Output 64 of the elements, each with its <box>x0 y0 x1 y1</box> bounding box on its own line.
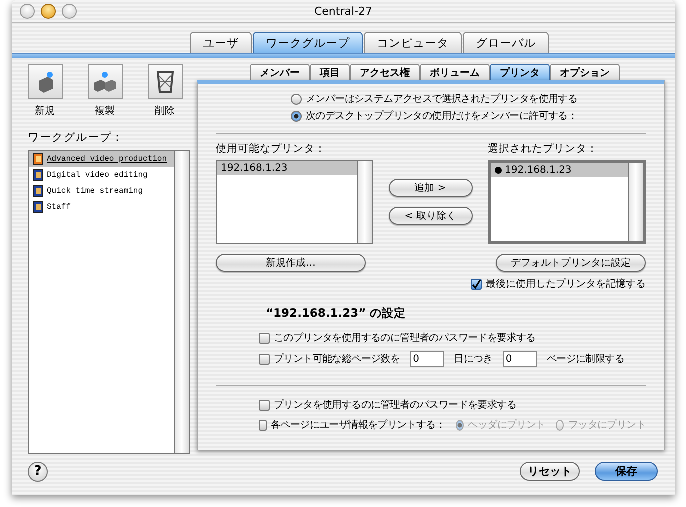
folder-icon <box>33 201 43 213</box>
tab[interactable]: コンピュータ <box>364 32 462 53</box>
scrollbar[interactable] <box>357 161 372 243</box>
radio-label: メンバーはシステムアクセスで選択されたプリンタを使用する <box>306 92 578 106</box>
checkbox[interactable] <box>259 400 270 410</box>
checkbox-label: 各ページにユーザ情報をプリントする： <box>270 418 446 432</box>
help-button[interactable]: ? <box>28 462 48 482</box>
list-item[interactable]: 192.168.1.23 <box>491 163 628 177</box>
list-item[interactable]: Advanced video production <box>29 151 174 167</box>
new-button[interactable]: 新規作成... <box>216 254 366 272</box>
cube-icon <box>88 64 122 99</box>
zoom-button[interactable] <box>62 4 77 19</box>
toolbar-button[interactable]: 削除 <box>148 64 182 118</box>
tab[interactable]: ボリューム <box>420 64 490 80</box>
reset-button[interactable]: リセット <box>520 462 580 481</box>
list-item[interactable]: Staff <box>29 199 174 215</box>
checkbox-label: プリント可能な総ページ数を <box>274 352 400 366</box>
checkbox-label: 最後に使用したプリンタを記憶する <box>486 278 646 291</box>
list-item[interactable]: Digital video editing <box>29 167 174 183</box>
set-default-button[interactable]: デフォルトプリンタに設定 <box>496 254 646 272</box>
folder-icon <box>33 185 43 197</box>
add-button[interactable]: 追加 > <box>388 179 472 197</box>
radio-button[interactable] <box>291 110 302 122</box>
tab[interactable]: オプション <box>550 64 620 80</box>
window-title: Central-27 <box>314 4 373 18</box>
save-button[interactable]: 保存 <box>595 462 658 481</box>
checkbox[interactable] <box>471 278 482 290</box>
tab[interactable]: メンバー <box>250 64 310 80</box>
list-item[interactable]: 192.168.1.23 <box>217 161 357 175</box>
tab[interactable]: 項目 <box>310 64 350 80</box>
radio-label: 次のデスクトッププリンタの使用だけをメンバーに許可する： <box>306 110 578 123</box>
cube-icon <box>28 64 62 99</box>
tab[interactable]: グローバル <box>463 32 549 53</box>
checkbox[interactable] <box>259 420 267 430</box>
toolbar-button[interactable]: 新規 <box>28 64 62 118</box>
trash-icon <box>148 64 182 99</box>
list-label: 選択されたプリンタ： <box>488 142 599 156</box>
list-label: 使用可能なプリンタ： <box>216 142 327 156</box>
checkbox[interactable] <box>259 332 270 344</box>
tab[interactable]: アクセス権 <box>350 64 420 80</box>
folder-icon <box>33 169 43 181</box>
scrollbar[interactable] <box>174 151 189 453</box>
section-title: “192.168.1.23” の設定 <box>266 306 408 321</box>
checkbox-label: このプリンタを使用するのに管理者のパスワードを要求する <box>274 332 536 345</box>
field-label: 日につき <box>454 353 493 366</box>
input-field[interactable]: 0 <box>410 351 444 367</box>
folder-icon <box>33 153 43 165</box>
toolbar-button[interactable]: 複製 <box>88 64 122 118</box>
minimize-button[interactable] <box>41 4 56 19</box>
scrollbar[interactable] <box>628 163 643 241</box>
list-item[interactable]: Quick time streaming <box>29 183 174 199</box>
tab[interactable]: ユーザ <box>190 32 252 53</box>
close-button[interactable] <box>20 4 35 19</box>
radio-label: ヘッダにプリント <box>468 418 546 432</box>
field-label: ページに制限する <box>546 352 625 366</box>
radio-label: フッタにプリント <box>568 418 646 432</box>
tab[interactable]: ワークグループ <box>253 32 363 53</box>
tab[interactable]: プリンタ <box>490 64 550 80</box>
list-label: ワークグループ： <box>28 130 125 145</box>
input-field[interactable]: 0 <box>502 351 537 367</box>
remove-button[interactable]: < 取り除く <box>388 207 472 225</box>
radio-button[interactable] <box>291 94 302 104</box>
checkbox-label: プリンタを使用するのに管理者のパスワードを要求する <box>274 398 517 412</box>
checkbox[interactable] <box>259 354 270 364</box>
